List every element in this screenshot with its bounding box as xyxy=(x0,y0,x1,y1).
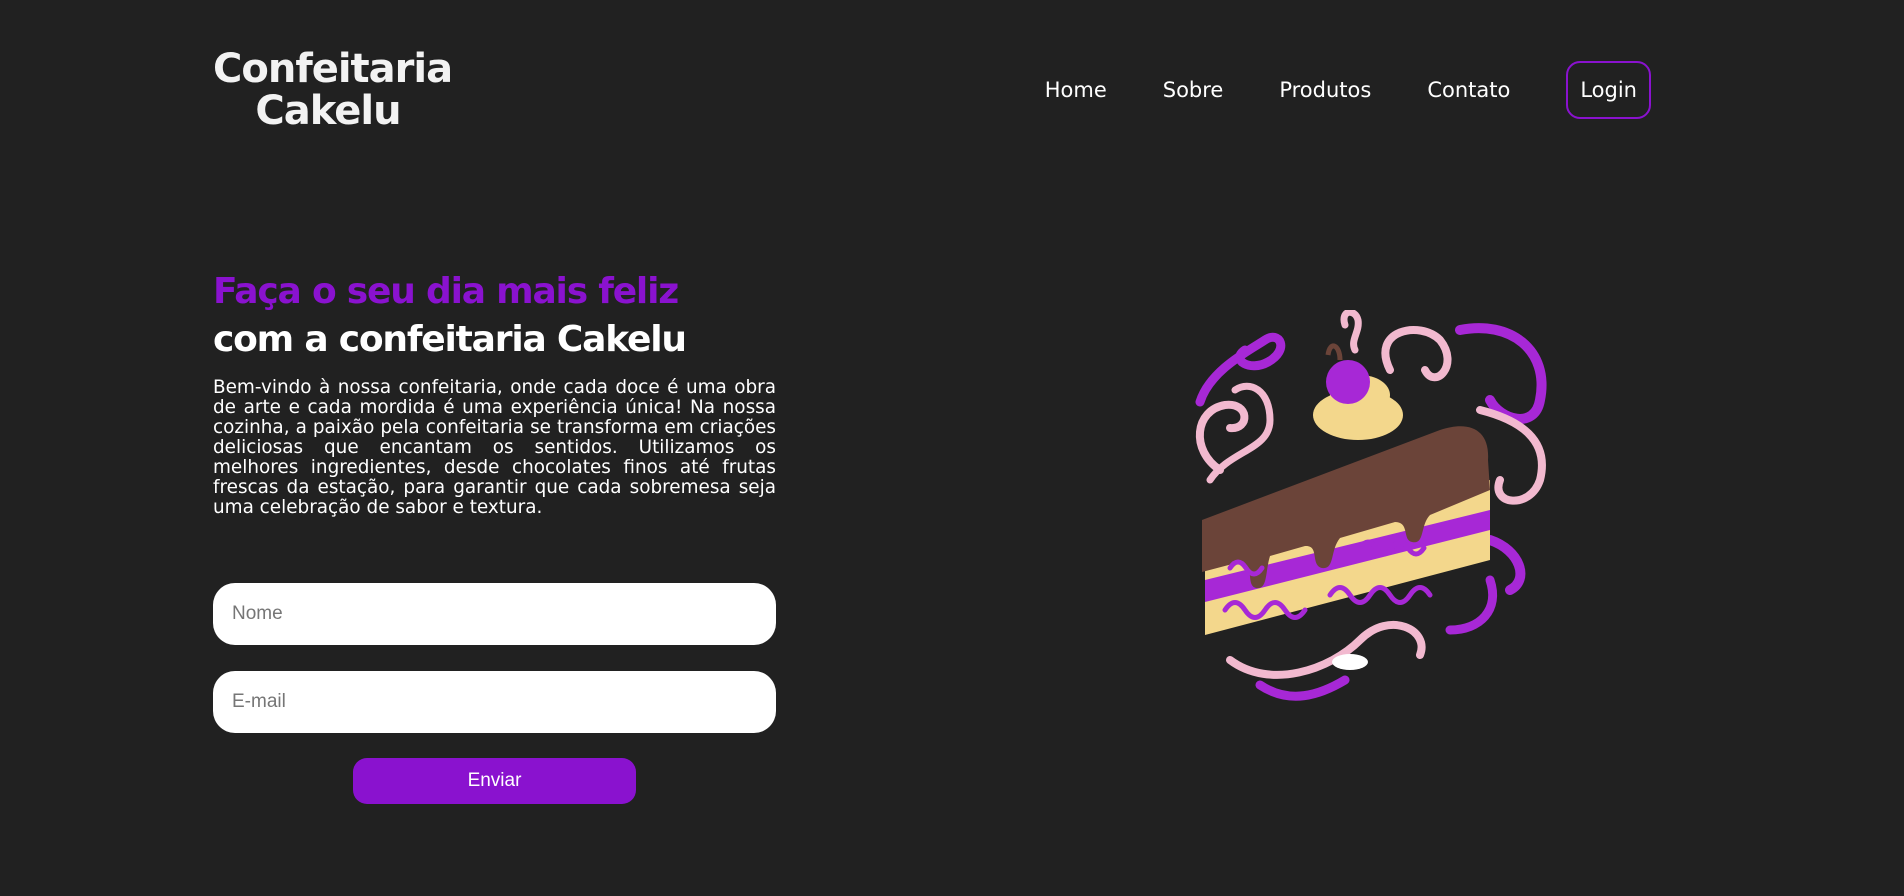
submit-button[interactable]: Enviar xyxy=(353,758,636,804)
hero-title: Faça o seu dia mais feliz com a confeita… xyxy=(213,268,776,364)
swirl-left-2 xyxy=(1206,382,1274,484)
swirl-top xyxy=(1340,310,1362,354)
nav-home[interactable]: Home xyxy=(1045,78,1107,102)
contact-form: Enviar xyxy=(213,583,776,804)
login-button[interactable]: Login xyxy=(1566,61,1651,119)
logo-line-1: Confeitaria xyxy=(213,46,453,92)
swirl-bottom-2 xyxy=(1255,675,1350,701)
cherry xyxy=(1326,360,1370,404)
nav-sobre[interactable]: Sobre xyxy=(1163,78,1224,102)
cherry-stem xyxy=(1325,343,1343,361)
main-nav: Home Sobre Produtos Contato Login xyxy=(1045,61,1651,119)
swirl-bottom xyxy=(1226,620,1426,679)
nav-contato[interactable]: Contato xyxy=(1427,78,1510,102)
swirl-right xyxy=(1455,323,1547,424)
nav-produtos[interactable]: Produtos xyxy=(1279,78,1371,102)
swirl-top-right xyxy=(1381,326,1452,382)
page: Confeitaria Cakelu Home Sobre Produtos C… xyxy=(0,0,1904,896)
swirl-left xyxy=(1195,400,1249,474)
hero-description: Bem-vindo à nossa confeitaria, onde cada… xyxy=(213,377,776,518)
swirl-bottom-right xyxy=(1445,575,1498,635)
cream-drop xyxy=(1332,654,1368,670)
hero-title-accent: Faça o seu dia mais feliz xyxy=(213,271,679,312)
hero-section: Faça o seu dia mais feliz com a confeita… xyxy=(213,268,776,518)
logo-line-2: Cakelu xyxy=(255,88,401,134)
hero-title-main: com a confeitaria Cakelu xyxy=(213,319,687,360)
swirl-top-left xyxy=(1195,332,1286,407)
name-input[interactable] xyxy=(213,583,776,645)
cake-slice-illustration xyxy=(1195,310,1547,701)
email-input[interactable] xyxy=(213,671,776,733)
site-logo[interactable]: Confeitaria Cakelu xyxy=(213,46,453,134)
